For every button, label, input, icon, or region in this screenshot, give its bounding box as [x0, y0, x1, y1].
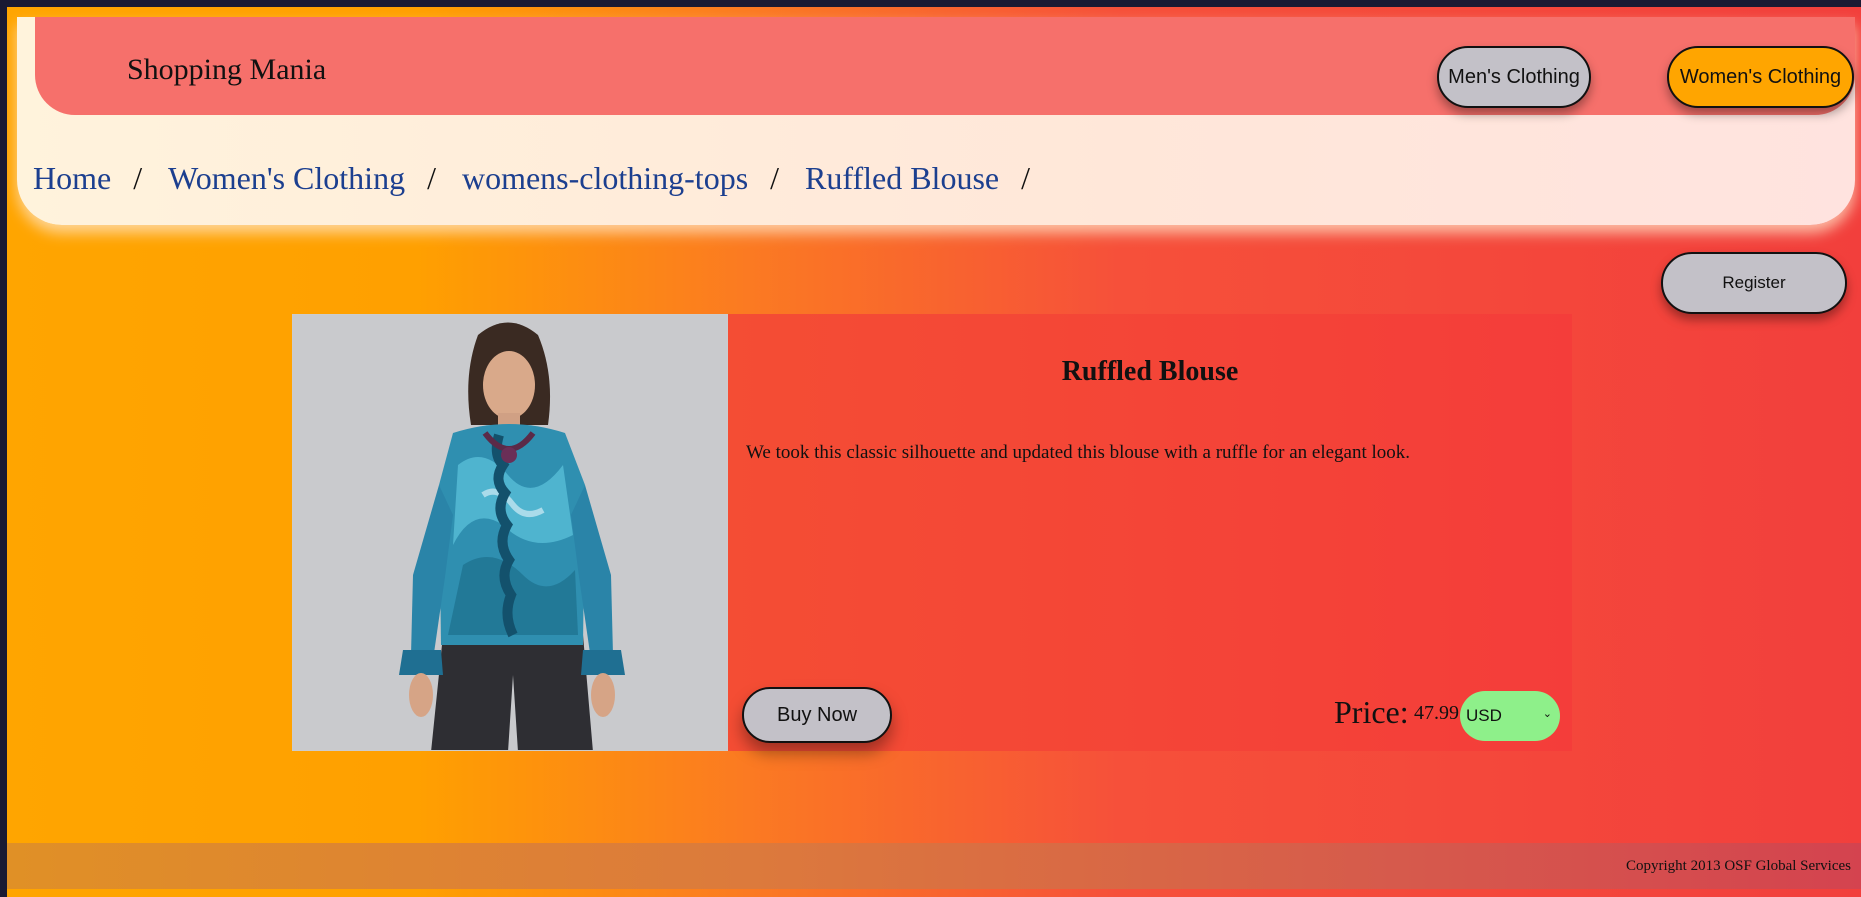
breadcrumb-separator: / [770, 160, 780, 196]
copyright-text: Copyright 2013 OSF Global Services [1626, 858, 1851, 874]
currency-select[interactable]: USD ⌄ [1460, 691, 1560, 741]
blouse-model-illustration [293, 315, 727, 750]
womens-clothing-button[interactable]: Women's Clothing [1667, 46, 1854, 108]
product-title: Ruffled Blouse [1061, 356, 1239, 387]
chevron-down-icon: ⌄ [1542, 708, 1552, 720]
breadcrumb-womens-clothing[interactable]: Women's Clothing [168, 160, 405, 197]
product-image [292, 314, 728, 751]
brand-title[interactable]: Shopping Mania [127, 53, 326, 87]
breadcrumb-separator: / [427, 160, 436, 196]
currency-selected-value: USD [1466, 706, 1502, 725]
breadcrumb-womens-clothing-tops[interactable]: womens-clothing-tops [462, 160, 748, 197]
price-value: 47.99 [1414, 702, 1459, 724]
top-navigation-bar: Shopping Mania Men's Clothing Women's Cl… [35, 17, 1855, 115]
breadcrumb-ruffled-blouse[interactable]: Ruffled Blouse [805, 160, 999, 197]
breadcrumb-separator: / [133, 160, 143, 196]
buy-now-button[interactable]: Buy Now [742, 687, 892, 743]
product-description: We took this classic silhouette and upda… [746, 442, 1411, 463]
mens-clothing-button[interactable]: Men's Clothing [1437, 46, 1591, 108]
page: Home / Women's Clothing / womens-clothin… [7, 7, 1861, 897]
breadcrumb-home[interactable]: Home [33, 160, 111, 197]
register-button[interactable]: Register [1661, 252, 1847, 314]
price-label: Price: [1334, 694, 1409, 730]
breadcrumb-separator: / [1021, 160, 1030, 196]
breadcrumb: Home / Women's Clothing / womens-clothin… [33, 160, 1056, 197]
footer: Copyright 2013 OSF Global Services [7, 843, 1861, 889]
product-details-panel: Ruffled Blouse We took this classic silh… [728, 314, 1572, 751]
